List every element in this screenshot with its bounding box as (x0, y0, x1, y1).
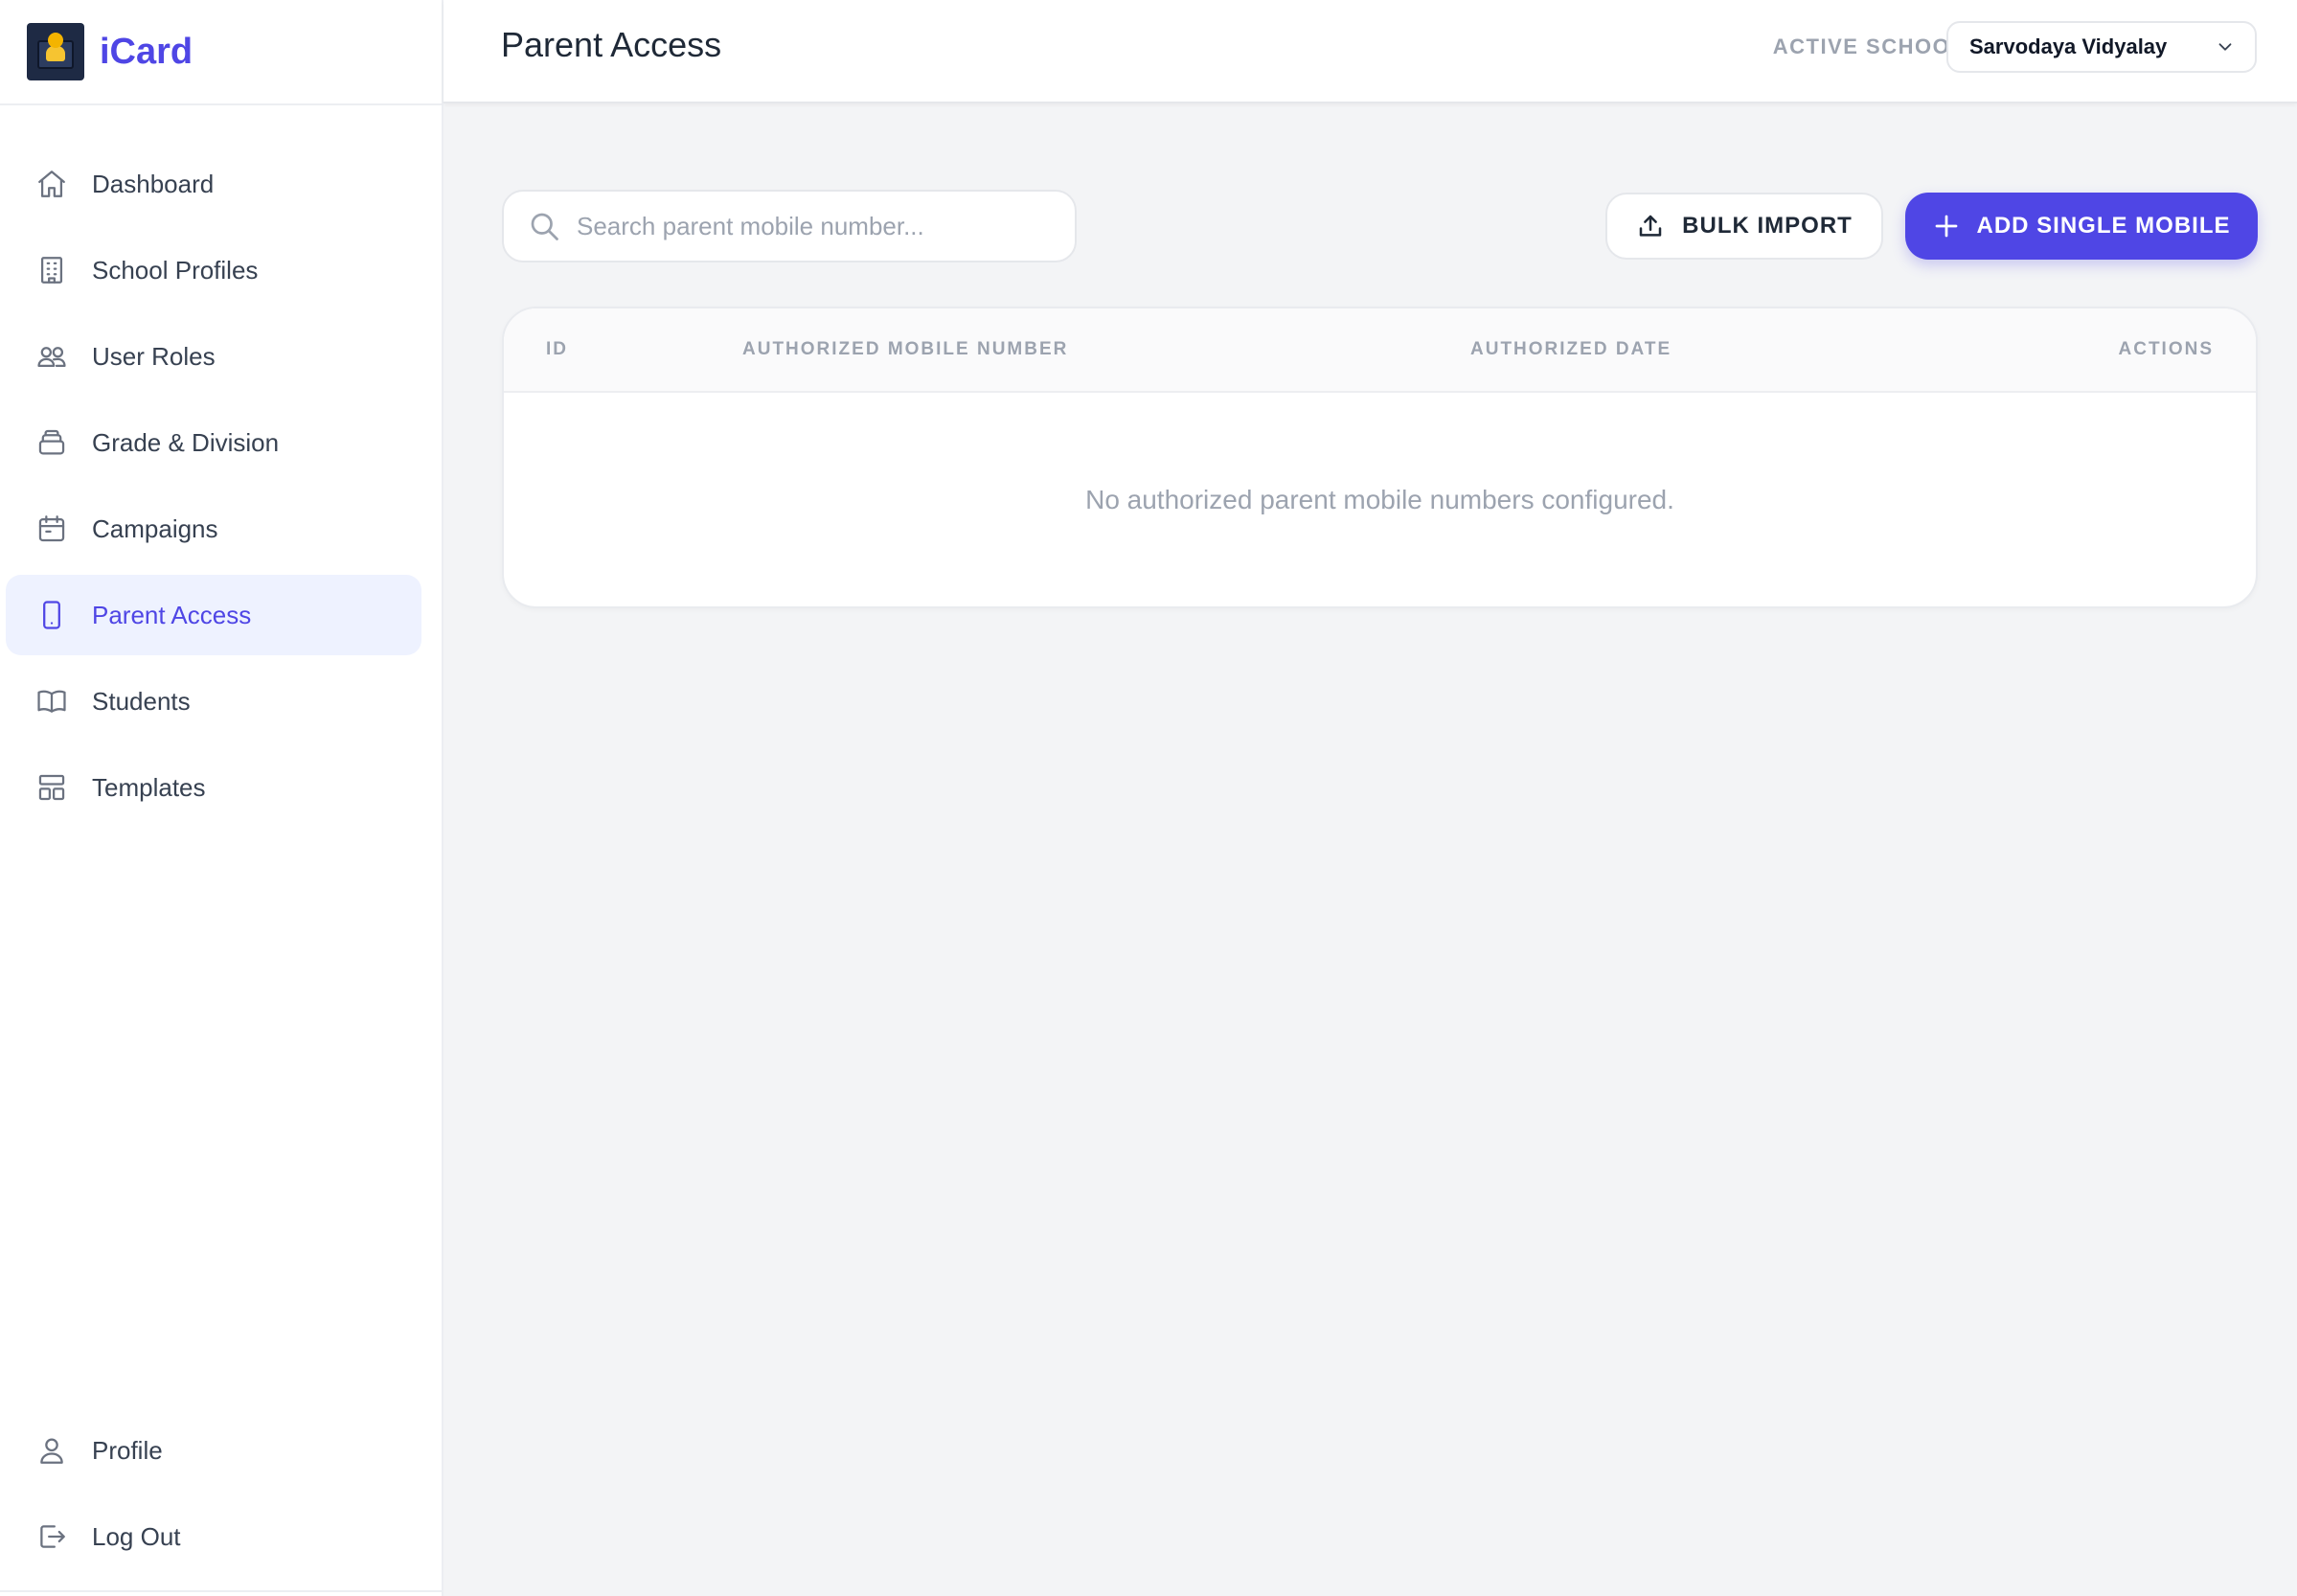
home-icon (34, 167, 69, 201)
active-school-label: ACTIVE SCHOOL: (1772, 34, 1973, 58)
sidebar-item-label: Profile (92, 1435, 163, 1465)
bulk-import-button[interactable]: BULK IMPORT (1605, 193, 1883, 260)
add-single-mobile-button[interactable]: ADD SINGLE MOBILE (1905, 193, 2258, 260)
user-icon (34, 1433, 69, 1468)
page-title: Parent Access (501, 25, 722, 64)
empty-state-message: No authorized parent mobile numbers conf… (1085, 485, 1674, 514)
divider (0, 1590, 442, 1592)
sidebar-item-logout[interactable]: Log Out (6, 1496, 421, 1577)
active-school-select[interactable]: Sarvodaya Vidyalay (1946, 21, 2257, 73)
sidebar-item-label: Grade & Division (92, 427, 280, 457)
sidebar-item-grade-division[interactable]: Grade & Division (6, 402, 421, 483)
parent-access-table: ID AUTHORIZED MOBILE NUMBER AUTHORIZED D… (502, 307, 2258, 608)
sidebar-item-label: Parent Access (92, 600, 252, 629)
sidebar-item-label: School Profiles (92, 255, 259, 285)
column-header-id[interactable]: ID (546, 339, 568, 360)
brand[interactable]: iCard (0, 0, 442, 105)
layers-icon (34, 425, 69, 460)
search-icon (531, 213, 558, 240)
brand-name: iCard (100, 31, 193, 72)
search-box[interactable] (502, 190, 1077, 262)
sidebar-item-school-profiles[interactable]: School Profiles (6, 230, 421, 310)
sidebar-item-templates[interactable]: Templates (6, 747, 421, 828)
sidebar-item-user-roles[interactable]: User Roles (6, 316, 421, 397)
users-icon (34, 339, 69, 374)
table-header: ID AUTHORIZED MOBILE NUMBER AUTHORIZED D… (504, 308, 2256, 393)
chevron-down-icon (2218, 43, 2232, 51)
layout-icon (34, 770, 69, 805)
top-header: Parent Access ACTIVE SCHOOL: Sarvodaya V… (443, 0, 2297, 103)
smartphone-icon (34, 598, 69, 632)
add-single-mobile-label: ADD SINGLE MOBILE (1976, 213, 2231, 239)
sidebar-item-profile[interactable]: Profile (6, 1410, 421, 1491)
column-header-actions: ACTIONS (2118, 339, 2214, 359)
sidebar-item-label: Templates (92, 772, 206, 802)
column-header-mobile-number[interactable]: AUTHORIZED MOBILE NUMBER (742, 339, 1068, 360)
upload-icon (1639, 215, 1662, 237)
sidebar-item-label: Dashboard (92, 169, 215, 198)
sidebar-item-dashboard[interactable]: Dashboard (6, 144, 421, 224)
sidebar-item-students[interactable]: Students (6, 661, 421, 741)
sidebar-item-label: Log Out (92, 1521, 181, 1551)
sidebar: iCard Dashboard School Profiles User Rol… (0, 0, 443, 1596)
active-school-value: Sarvodaya Vidyalay (1969, 34, 2168, 58)
logout-icon (34, 1519, 69, 1554)
logo-icon (27, 23, 84, 80)
building-icon (34, 253, 69, 287)
bulk-import-label: BULK IMPORT (1682, 213, 1853, 239)
column-header-authorized-date[interactable]: AUTHORIZED DATE (1470, 339, 1672, 360)
sidebar-item-parent-access[interactable]: Parent Access (6, 575, 421, 655)
sidebar-item-label: User Roles (92, 341, 216, 371)
plus-icon (1936, 215, 1958, 238)
sidebar-item-campaigns[interactable]: Campaigns (6, 489, 421, 569)
search-input[interactable] (577, 211, 1036, 241)
calendar-icon (34, 512, 69, 546)
sidebar-item-label: Students (92, 686, 191, 716)
sidebar-item-label: Campaigns (92, 513, 218, 543)
book-icon (34, 684, 69, 718)
